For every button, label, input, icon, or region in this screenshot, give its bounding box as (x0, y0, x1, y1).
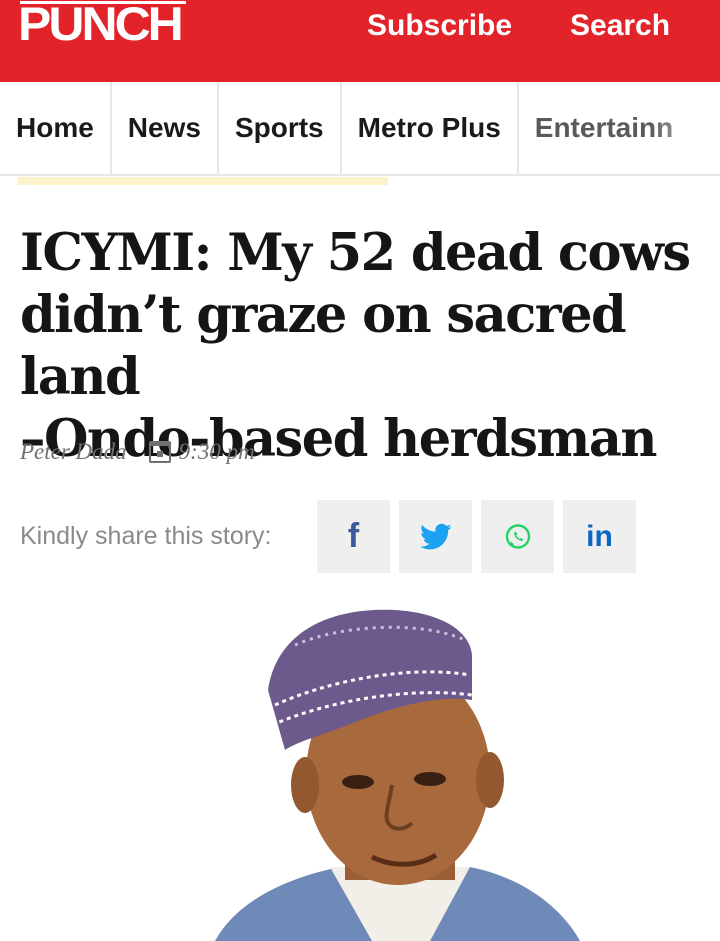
share-linkedin-button[interactable]: in (563, 500, 636, 573)
linkedin-icon: in (586, 519, 613, 553)
share-whatsapp-button[interactable] (481, 500, 554, 573)
facebook-icon: f (347, 517, 360, 555)
twitter-icon (419, 523, 451, 549)
headline-line: didn’t graze on sacred land (20, 285, 627, 407)
main-nav: Home News Sports Metro Plus Entertainn (0, 82, 720, 176)
nav-item-metro-plus[interactable]: Metro Plus (342, 82, 519, 174)
share-label: Kindly share this story: (20, 522, 272, 550)
nav-item-home[interactable]: Home (0, 82, 112, 174)
ad-placeholder-bar (18, 177, 388, 185)
article-headline: ICYMI: My 52 dead cows didn’t graze on s… (20, 222, 710, 470)
whatsapp-icon (505, 523, 530, 549)
punch-logo[interactable]: PUNCH (18, 0, 184, 48)
search-link[interactable]: Search (570, 8, 670, 44)
share-twitter-button[interactable] (399, 500, 472, 573)
nav-fade (650, 82, 720, 174)
publish-time: 9:30 pm (178, 439, 255, 464)
site-header: PUNCH Subscribe Search (0, 0, 720, 82)
nav-item-sports[interactable]: Sports (219, 82, 342, 174)
headline-line: ICYMI: My 52 dead cows (20, 223, 691, 283)
nav-item-news[interactable]: News (112, 82, 219, 174)
subscribe-link[interactable]: Subscribe (367, 8, 512, 44)
author-name[interactable]: Peter Dada (20, 439, 127, 465)
calendar-icon (148, 441, 171, 463)
article-meta: Peter Dada 9:30 pm (20, 436, 255, 468)
share-facebook-button[interactable]: f (317, 500, 390, 573)
article-photo (0, 595, 720, 941)
